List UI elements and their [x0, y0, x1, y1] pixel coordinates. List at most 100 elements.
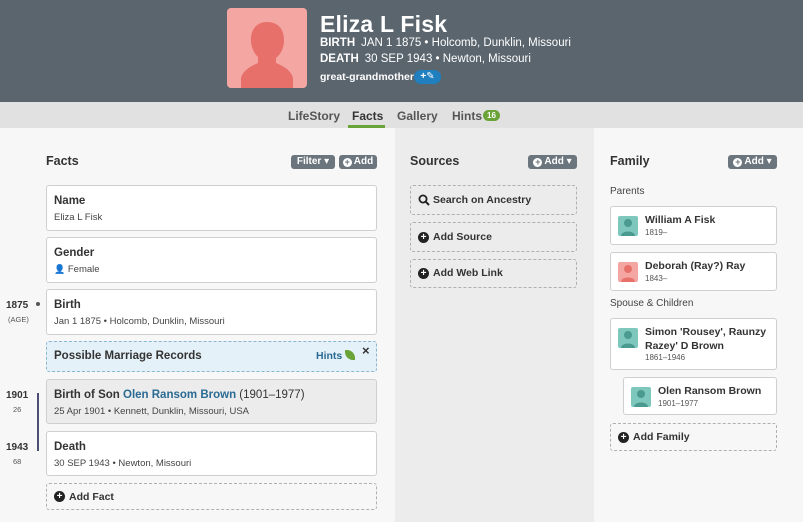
fact-title: Gender	[54, 247, 95, 259]
family-title: Family	[610, 154, 650, 168]
chevron-down-icon: ▾	[566, 156, 572, 167]
plus-tag-button[interactable]: +✎	[414, 70, 441, 84]
family-member-name: Simon 'Rousey', Raunzy Razey' D Brown	[645, 325, 766, 353]
family-member-dates: 1843–	[645, 274, 668, 283]
male-avatar-icon	[631, 387, 651, 407]
fact-value-row: 👤 Female	[54, 264, 100, 275]
plus-icon: +	[342, 157, 352, 167]
fact-value: Eliza L Fisk	[54, 212, 103, 223]
family-card-spouse[interactable]: Simon 'Rousey', Raunzy Razey' D Brown 18…	[610, 318, 777, 370]
death-summary: DEATH 30 SEP 1943 • Newton, Missouri	[320, 53, 531, 65]
add-source-button[interactable]: + Add Source	[410, 222, 577, 252]
fact-title: Birth of Son Olen Ransom Brown (1901–197…	[54, 389, 305, 401]
add-label: Add	[353, 156, 374, 167]
fact-title: Birth	[54, 299, 81, 311]
family-member-dates: 1861–1946	[645, 353, 686, 362]
plus-tag-icon: +✎	[420, 71, 435, 82]
search-icon	[418, 194, 430, 206]
son-name-link[interactable]: Olen Ransom Brown	[123, 389, 236, 401]
hint-card-marriage[interactable]: Possible Marriage Records Hints ×	[46, 341, 377, 372]
fact-card-birth[interactable]: Birth Jan 1 1875 • Holcomb, Dunklin, Mis…	[46, 289, 377, 335]
family-card-father[interactable]: William A Fisk 1819–	[610, 206, 777, 245]
spouse-name-line2: Razey' D Brown	[645, 340, 724, 352]
female-silhouette-icon	[241, 22, 293, 88]
fact-title-prefix: Birth of Son	[54, 389, 123, 401]
fact-card-name[interactable]: Name Eliza L Fisk	[46, 185, 377, 231]
spouse-children-label: Spouse & Children	[610, 298, 694, 309]
tab-gallery[interactable]: Gallery	[397, 109, 438, 123]
add-label: Add	[544, 156, 564, 167]
fact-card-gender[interactable]: Gender 👤 Female	[46, 237, 377, 283]
sources-title: Sources	[410, 154, 460, 168]
death-value: 30 SEP 1943 • Newton, Missouri	[364, 53, 531, 65]
filter-button[interactable]: Filter ▾	[291, 155, 335, 169]
timeline-age-death: 68	[13, 457, 22, 466]
search-label: Search on Ancestry	[433, 194, 532, 206]
add-family-button[interactable]: + Add Family	[610, 423, 777, 451]
hint-title: Possible Marriage Records	[54, 350, 202, 362]
female-avatar-icon	[618, 262, 638, 282]
birth-label: BIRTH	[320, 37, 356, 49]
fact-card-death[interactable]: Death 30 SEP 1943 • Newton, Missouri	[46, 431, 377, 476]
profile-tabs: LifeStory Facts Gallery Hints	[0, 102, 803, 128]
profile-header: Eliza L Fisk BIRTH JAN 1 1875 • Holcomb, …	[0, 0, 803, 102]
death-label: DEATH	[320, 53, 359, 65]
birth-value: JAN 1 1875 • Holcomb, Dunklin, Missouri	[361, 37, 571, 49]
family-member-name: Deborah (Ray?) Ray	[645, 260, 746, 272]
filter-label: Filter	[296, 156, 322, 167]
tab-lifestory[interactable]: LifeStory	[288, 109, 340, 123]
family-member-name: William A Fisk	[645, 214, 716, 226]
family-member-dates: 1819–	[645, 228, 668, 237]
fact-value: Female	[67, 264, 100, 275]
plus-icon: +	[54, 491, 65, 502]
family-member-dates: 1901–1977	[658, 399, 699, 408]
plus-icon: +	[418, 268, 429, 279]
timeline-year-death: 1943	[6, 442, 29, 453]
add-fact-button[interactable]: + Add Fact	[46, 483, 377, 510]
timeline-year-son: 1901	[6, 390, 29, 401]
add-fact-top-button[interactable]: + Add	[339, 155, 377, 169]
timeline-dot	[36, 302, 40, 306]
family-member-name: Olen Ransom Brown	[658, 385, 762, 397]
chevron-down-icon: ▾	[766, 156, 772, 167]
plus-icon: +	[418, 232, 429, 243]
family-card-mother[interactable]: Deborah (Ray?) Ray 1843–	[610, 252, 777, 291]
timeline-line	[37, 393, 39, 451]
add-family-label: Add Family	[633, 431, 690, 443]
profile-avatar[interactable]	[227, 8, 307, 88]
add-source-label: Add Source	[433, 231, 492, 243]
parents-label: Parents	[610, 186, 645, 197]
relationship-label[interactable]: great-grandmother	[320, 71, 414, 83]
add-web-link-button[interactable]: + Add Web Link	[410, 259, 577, 288]
person-name: Eliza L Fisk	[320, 11, 448, 37]
tab-hints[interactable]: Hints	[452, 109, 482, 123]
fact-title: Death	[54, 441, 86, 453]
spouse-name-line1: Simon 'Rousey', Raunzy	[645, 326, 767, 338]
fact-card-birth-of-son[interactable]: Birth of Son Olen Ransom Brown (1901–197…	[46, 379, 377, 424]
tab-facts[interactable]: Facts	[352, 109, 383, 123]
timeline-year-birth: 1875	[6, 300, 29, 311]
leaf-icon	[345, 350, 355, 360]
add-label: Add	[744, 156, 764, 167]
birth-summary: BIRTH JAN 1 1875 • Holcomb, Dunklin, Miss…	[320, 37, 571, 49]
add-family-top-button[interactable]: + Add ▾	[728, 155, 777, 169]
close-icon[interactable]: ×	[362, 343, 370, 358]
fact-value: 25 Apr 1901 • Kennett, Dunklin, Missouri…	[54, 406, 250, 417]
hints-count-badge: 16	[483, 110, 500, 121]
fact-title: Name	[54, 195, 86, 207]
fact-value: Jan 1 1875 • Holcomb, Dunklin, Missouri	[54, 316, 225, 327]
search-on-ancestry-button[interactable]: Search on Ancestry	[410, 185, 577, 215]
facts-title: Facts	[46, 154, 79, 168]
timeline-age-son: 26	[13, 405, 22, 414]
plus-icon: +	[533, 157, 543, 167]
add-source-top-button[interactable]: + Add ▾	[528, 155, 577, 169]
plus-icon: +	[733, 157, 743, 167]
fact-title-suffix: (1901–1977)	[236, 389, 305, 401]
add-fact-label: Add Fact	[69, 491, 114, 503]
family-card-child[interactable]: Olen Ransom Brown 1901–1977	[623, 377, 777, 415]
male-avatar-icon	[618, 328, 638, 348]
person-icon: 👤	[54, 264, 66, 274]
hints-link[interactable]: Hints	[316, 350, 342, 362]
fact-value: 30 SEP 1943 • Newton, Missouri	[54, 458, 192, 469]
chevron-down-icon: ▾	[324, 156, 330, 167]
